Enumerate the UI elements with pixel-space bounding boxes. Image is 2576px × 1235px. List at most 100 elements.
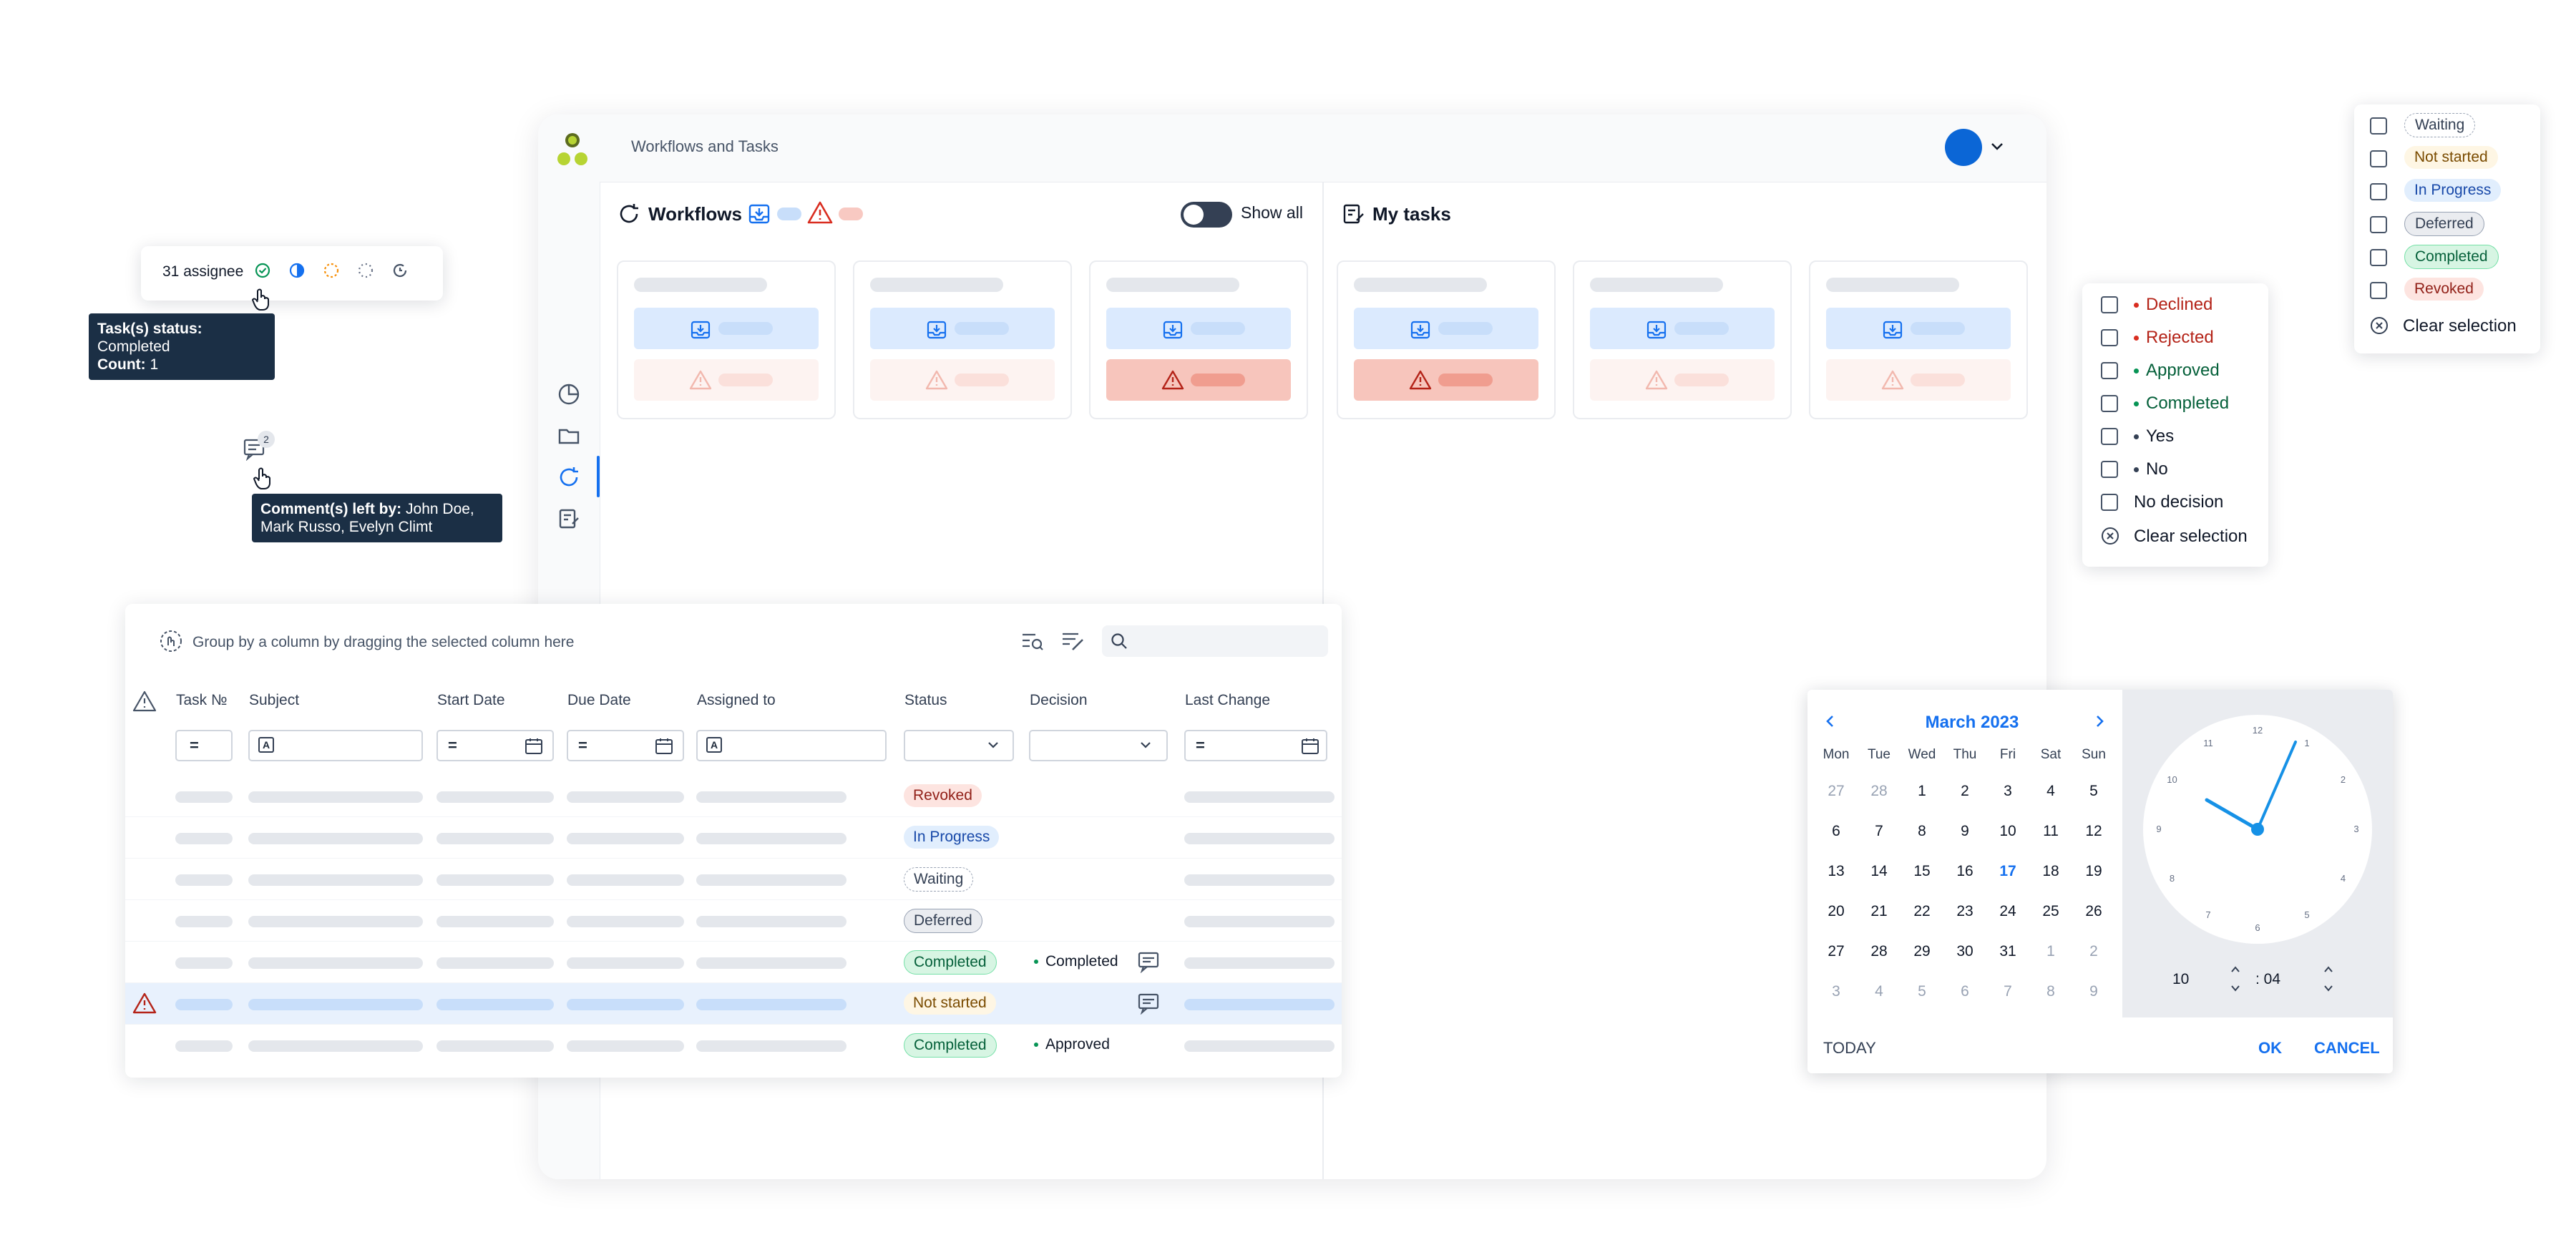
workflow-card[interactable]: [853, 260, 1072, 419]
calendar-day[interactable]: 29: [1901, 943, 1943, 960]
calendar-day[interactable]: 27: [1815, 783, 1858, 800]
column-header-decision[interactable]: Decision: [1030, 692, 1088, 709]
calendar-day[interactable]: 8: [2029, 983, 2072, 1000]
ok-button[interactable]: OK: [2258, 1039, 2282, 1058]
workflow-refresh-icon[interactable]: [557, 465, 581, 489]
calendar-day[interactable]: 9: [1943, 823, 1986, 840]
folder-icon[interactable]: [557, 424, 581, 448]
calendar-day[interactable]: 2: [2072, 943, 2115, 960]
last-change-filter[interactable]: =: [1184, 730, 1327, 761]
table-row[interactable]: Completed Approved: [125, 1025, 1342, 1066]
today-button[interactable]: TODAY: [1823, 1039, 1876, 1058]
table-row[interactable]: Deferred: [125, 900, 1342, 942]
calendar-day[interactable]: 5: [1901, 983, 1943, 1000]
table-row[interactable]: Revoked: [125, 776, 1342, 817]
checkbox[interactable]: [2370, 216, 2387, 233]
calendar-day[interactable]: 20: [1815, 903, 1858, 920]
calendar-day[interactable]: 1: [1901, 783, 1943, 800]
chevron-down-icon[interactable]: [1991, 142, 2004, 152]
calendar-day[interactable]: 3: [1986, 783, 2029, 800]
calendar-day[interactable]: 30: [1943, 943, 1986, 960]
status-waiting-icon[interactable]: [357, 262, 374, 279]
checkbox[interactable]: [2101, 428, 2118, 445]
status-filter-select[interactable]: [904, 730, 1014, 761]
calendar-day[interactable]: 23: [1943, 903, 1986, 920]
calendar-day[interactable]: 27: [1815, 943, 1858, 960]
cancel-button[interactable]: CANCEL: [2314, 1039, 2380, 1058]
checkbox[interactable]: [2101, 461, 2118, 478]
calendar-day[interactable]: 14: [1858, 863, 1901, 880]
calendar-day[interactable]: 9: [2072, 983, 2115, 1000]
decision-option-declined[interactable]: Declined: [2134, 295, 2212, 315]
calendar-day[interactable]: 5: [2072, 783, 2115, 800]
calendar-day[interactable]: 4: [2029, 783, 2072, 800]
checkbox[interactable]: [2370, 183, 2387, 200]
status-in-progress-icon[interactable]: [288, 262, 306, 279]
calendar-day[interactable]: 12: [2072, 823, 2115, 840]
comment-icon[interactable]: [1137, 992, 1160, 1015]
subject-filter[interactable]: A: [248, 730, 423, 761]
inbox-icon[interactable]: [747, 202, 771, 226]
clear-icon[interactable]: [2370, 316, 2389, 335]
status-revoked-icon[interactable]: [391, 262, 409, 279]
task-number-filter[interactable]: =: [175, 730, 233, 761]
task-card[interactable]: [1573, 260, 1792, 419]
checkbox[interactable]: [2101, 329, 2118, 346]
calendar-day[interactable]: 13: [1815, 863, 1858, 880]
comment-icon[interactable]: [1137, 950, 1160, 973]
minute-value[interactable]: : 04: [2255, 971, 2280, 988]
clock-face[interactable]: [2140, 711, 2376, 947]
column-header-task-number[interactable]: Task №: [176, 692, 228, 709]
table-row[interactable]: In Progress: [125, 817, 1342, 859]
checkbox[interactable]: [2370, 150, 2387, 167]
calendar-day[interactable]: 4: [1858, 983, 1901, 1000]
calendar-day[interactable]: 7: [1986, 983, 2029, 1000]
clear-icon[interactable]: [2101, 527, 2119, 545]
calendar-day[interactable]: 26: [2072, 903, 2115, 920]
minute-stepper-icon[interactable]: [2323, 965, 2334, 993]
decision-option-no-decision[interactable]: No decision: [2134, 492, 2223, 512]
checkbox[interactable]: [2370, 282, 2387, 299]
decision-option-rejected[interactable]: Rejected: [2134, 328, 2214, 348]
pie-chart-icon[interactable]: [557, 382, 581, 406]
edit-columns-icon[interactable]: [1060, 628, 1085, 654]
calendar-day[interactable]: 6: [1943, 983, 1986, 1000]
calendar-day[interactable]: 19: [2072, 863, 2115, 880]
task-card[interactable]: [1337, 260, 1556, 419]
workflow-card[interactable]: [617, 260, 836, 419]
calendar-day[interactable]: 22: [1901, 903, 1943, 920]
decision-option-approved[interactable]: Approved: [2134, 361, 2220, 381]
calendar-day[interactable]: 24: [1986, 903, 2029, 920]
calendar-day[interactable]: 28: [1858, 783, 1901, 800]
column-header-assigned-to[interactable]: Assigned to: [697, 692, 776, 709]
assigned-to-filter[interactable]: A: [696, 730, 887, 761]
table-row[interactable]: Not started: [125, 983, 1342, 1025]
hour-value[interactable]: 10: [2172, 971, 2189, 988]
calendar-day[interactable]: 25: [2029, 903, 2072, 920]
calendar-day[interactable]: 10: [1986, 823, 2029, 840]
show-all-toggle[interactable]: [1181, 202, 1232, 228]
column-header-last-change[interactable]: Last Change: [1185, 692, 1270, 709]
calendar-day[interactable]: 11: [2029, 823, 2072, 840]
column-header-due-date[interactable]: Due Date: [567, 692, 631, 709]
calendar-day[interactable]: 17: [1986, 863, 2029, 880]
decision-filter-select[interactable]: [1029, 730, 1168, 761]
user-avatar[interactable]: [1945, 129, 1982, 166]
column-search-icon[interactable]: [1020, 628, 1045, 654]
column-header-status[interactable]: Status: [904, 692, 947, 709]
workflow-card[interactable]: [1089, 260, 1308, 419]
calendar-day[interactable]: 31: [1986, 943, 2029, 960]
task-card[interactable]: [1809, 260, 2028, 419]
checkbox[interactable]: [2370, 249, 2387, 266]
calendar-day[interactable]: 21: [1858, 903, 1901, 920]
calendar-day[interactable]: 1: [2029, 943, 2072, 960]
hour-stepper-icon[interactable]: [2230, 965, 2241, 993]
next-month-icon[interactable]: [2094, 714, 2105, 728]
status-completed-icon[interactable]: [254, 262, 271, 279]
clear-selection-button[interactable]: Clear selection: [2134, 527, 2248, 547]
calendar-day[interactable]: 2: [1943, 783, 1986, 800]
column-header-subject[interactable]: Subject: [249, 692, 299, 709]
column-header-start-date[interactable]: Start Date: [437, 692, 505, 709]
tasks-edit-icon[interactable]: [557, 507, 581, 531]
grid-search-input[interactable]: [1102, 625, 1328, 657]
